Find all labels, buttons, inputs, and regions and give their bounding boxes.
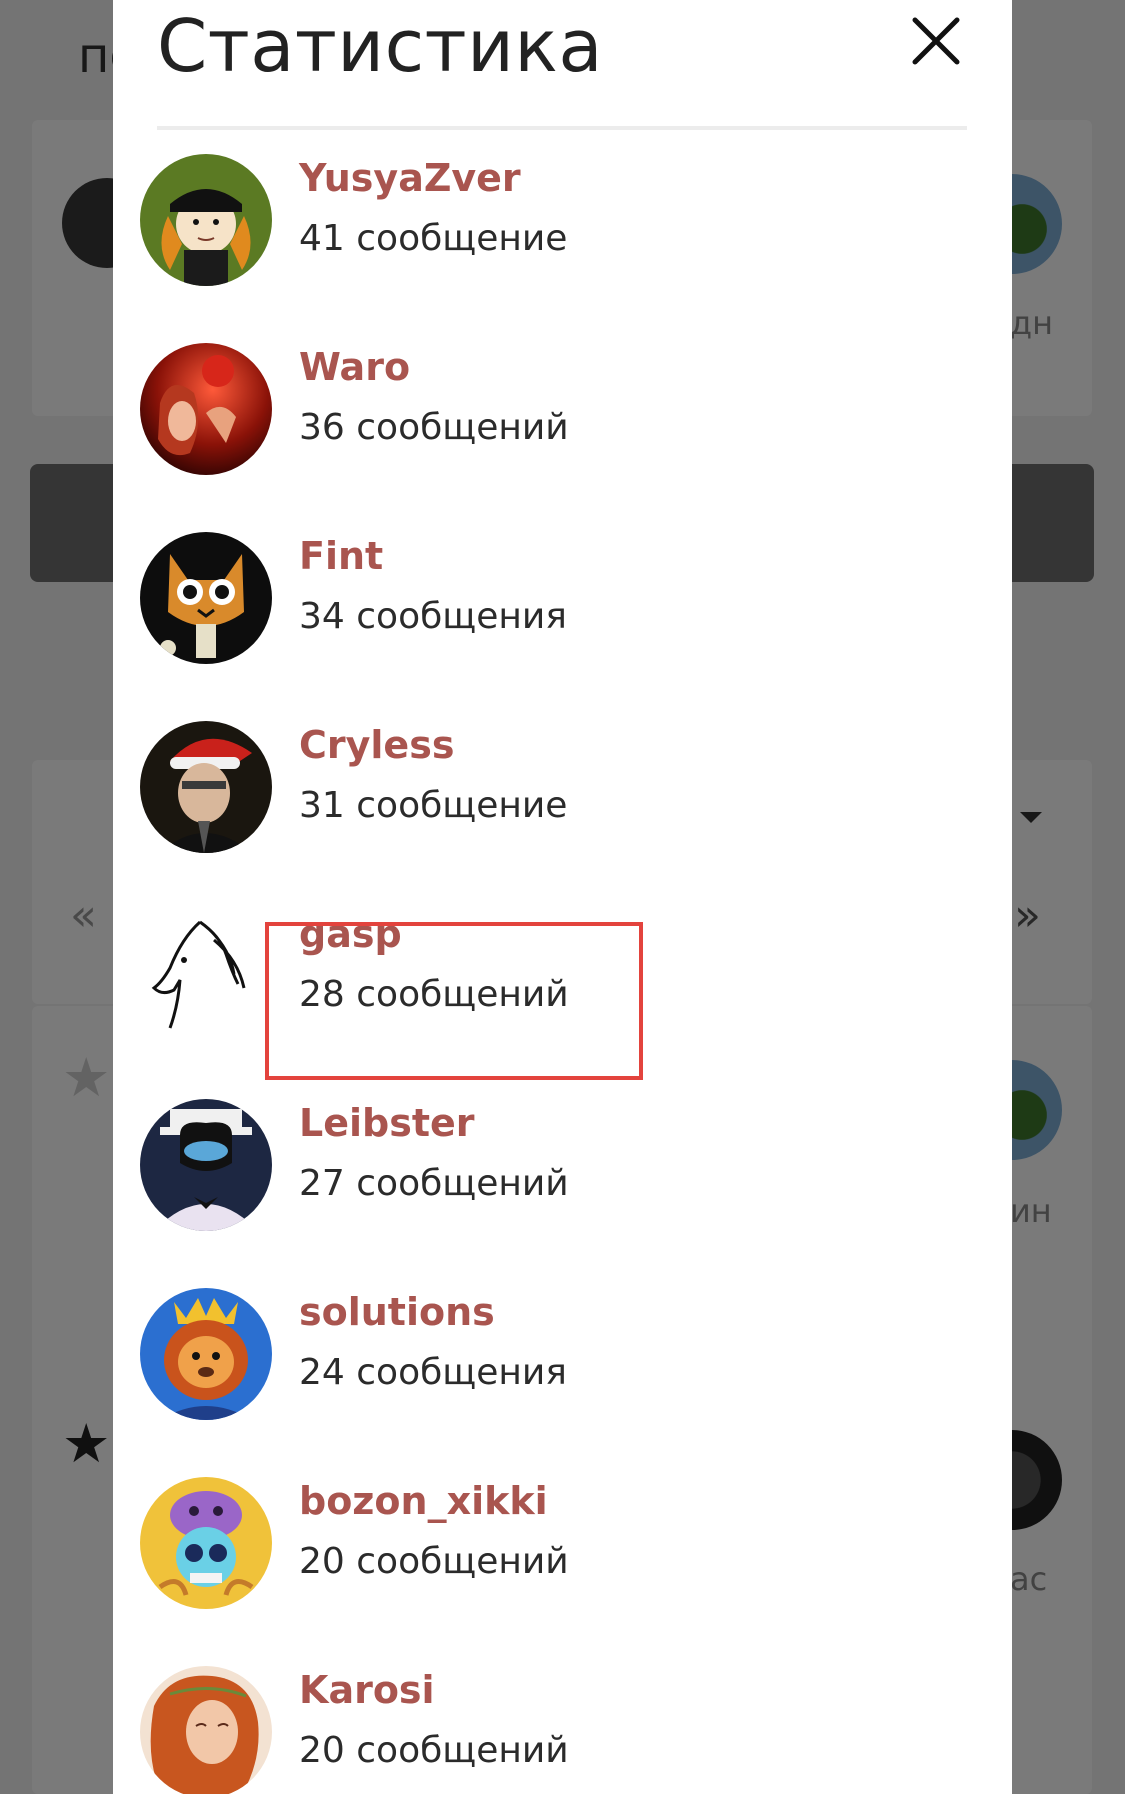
red-portrait-avatar-icon[interactable]: [140, 343, 272, 475]
message-count: 34 сообщения: [299, 596, 567, 637]
masked-man-avatar-icon[interactable]: [140, 1099, 272, 1231]
message-count: 20 сообщений: [299, 1730, 569, 1771]
message-count: 41 сообщение: [299, 218, 568, 259]
username[interactable]: Karosi: [299, 1668, 435, 1712]
message-count: 24 сообщения: [299, 1352, 567, 1393]
user-row-cryless[interactable]: Cryless 31 сообщение: [140, 721, 900, 861]
redhead-art-avatar-icon[interactable]: [140, 1666, 272, 1794]
divider: [157, 126, 967, 130]
username[interactable]: Leibster: [299, 1101, 475, 1145]
horse-sketch-avatar-icon[interactable]: [140, 910, 272, 1042]
statistics-modal: Статистика YusyaZver 41 сообщение Waro 3…: [113, 0, 1012, 1794]
username[interactable]: bozon_xikki: [299, 1479, 548, 1523]
skull-octopus-avatar-icon[interactable]: [140, 1477, 272, 1609]
user-row-karosi[interactable]: Karosi 20 сообщений: [140, 1666, 900, 1794]
user-row-waro[interactable]: Waro 36 сообщений: [140, 343, 900, 483]
user-row-fint[interactable]: Fint 34 сообщения: [140, 532, 900, 672]
user-row-solutions[interactable]: solutions 24 сообщения: [140, 1288, 900, 1428]
username[interactable]: Fint: [299, 534, 383, 578]
message-count: 27 сообщений: [299, 1163, 569, 1204]
santa-hat-avatar-icon[interactable]: [140, 721, 272, 853]
close-icon: [912, 17, 960, 65]
message-count: 31 сообщение: [299, 785, 568, 826]
message-count: 28 сообщений: [299, 974, 569, 1015]
modal-title: Статистика: [157, 4, 603, 88]
user-row-yusyazver[interactable]: YusyaZver 41 сообщение: [140, 154, 900, 294]
lion-king-avatar-icon[interactable]: [140, 1288, 272, 1420]
close-button[interactable]: [909, 14, 963, 68]
username[interactable]: gasp: [299, 912, 402, 956]
user-row-gasp[interactable]: gasp 28 сообщений: [140, 910, 900, 1050]
username[interactable]: Cryless: [299, 723, 454, 767]
username[interactable]: solutions: [299, 1290, 495, 1334]
user-row-leibster[interactable]: Leibster 27 сообщений: [140, 1099, 900, 1239]
cartoon-avatar-icon[interactable]: [140, 154, 272, 286]
cat-avatar-icon[interactable]: [140, 532, 272, 664]
username[interactable]: Waro: [299, 345, 410, 389]
username[interactable]: YusyaZver: [299, 156, 521, 200]
user-row-bozon-xikki[interactable]: bozon_xikki 20 сообщений: [140, 1477, 900, 1617]
message-count: 36 сообщений: [299, 407, 569, 448]
message-count: 20 сообщений: [299, 1541, 569, 1582]
